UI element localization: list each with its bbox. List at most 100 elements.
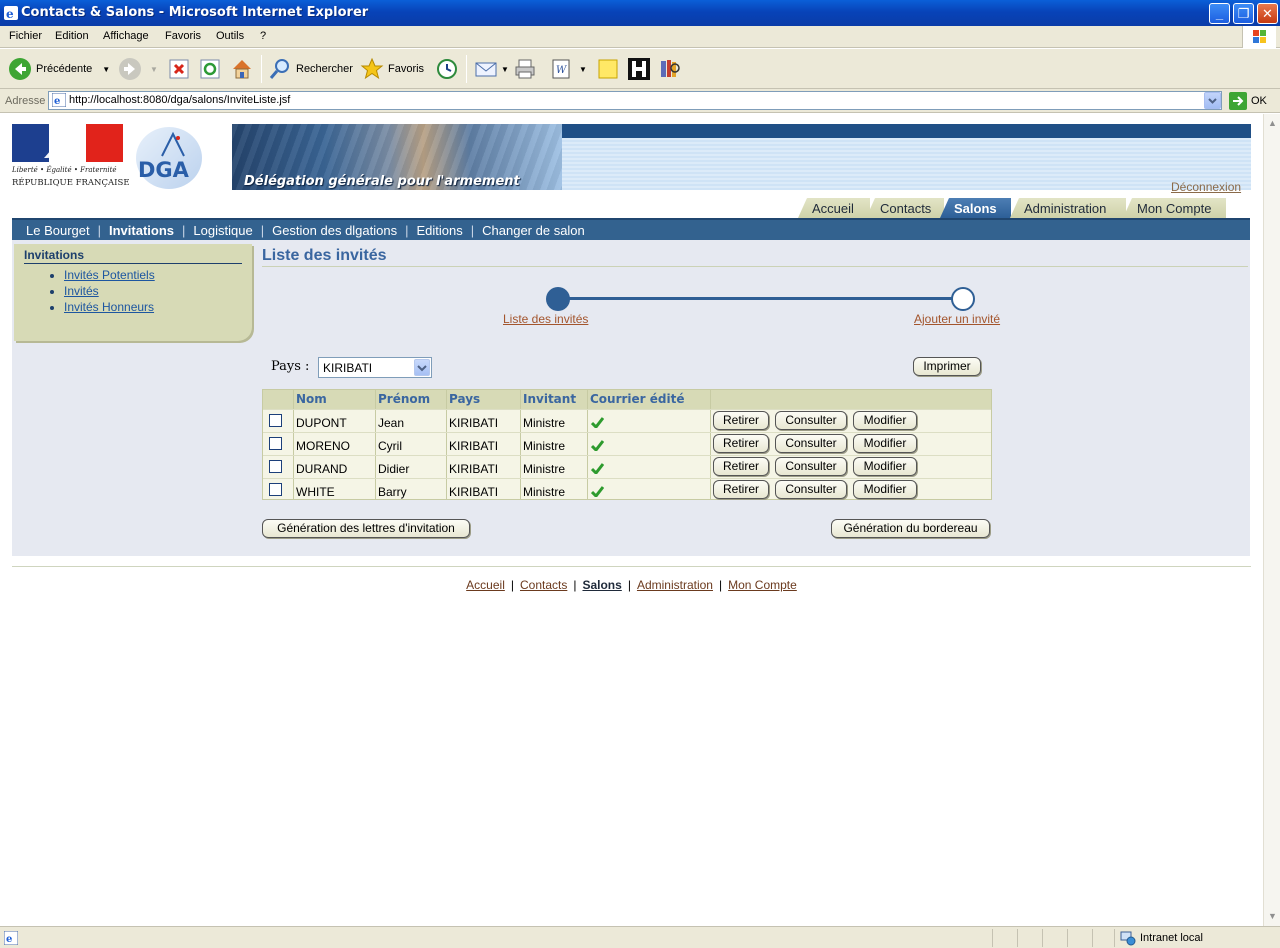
back-dropdown-icon[interactable]: ▼ — [102, 65, 110, 74]
column-header-invitant[interactable]: Invitant — [523, 392, 576, 406]
footer-link-contacts[interactable]: Contacts — [520, 578, 567, 592]
back-arrow-icon — [9, 58, 31, 80]
consulter-button[interactable]: Consulter — [775, 480, 847, 499]
checkmark-icon — [591, 463, 604, 474]
notes-button[interactable] — [596, 55, 620, 83]
research-button[interactable] — [658, 55, 682, 83]
sidebar-link-invites-honneurs[interactable]: Invités Honneurs — [64, 300, 154, 314]
home-button[interactable] — [230, 55, 254, 83]
menu-help[interactable]: ? — [260, 30, 266, 42]
pays-select[interactable]: KIRIBATI — [318, 357, 432, 378]
cell-pays: KIRIBATI — [449, 485, 499, 499]
mail-dropdown-icon[interactable]: ▼ — [501, 65, 509, 74]
page-title: Liste des invités — [262, 247, 1248, 267]
subnav-changer-salon[interactable]: Changer de salon — [482, 223, 585, 238]
retirer-button[interactable]: Retirer — [713, 457, 769, 476]
star-icon — [360, 57, 384, 80]
consulter-button[interactable]: Consulter — [775, 457, 847, 476]
retirer-button[interactable]: Retirer — [713, 434, 769, 453]
footer-link-salons[interactable]: Salons — [582, 578, 621, 592]
consulter-button[interactable]: Consulter — [775, 434, 847, 453]
menu-affichage[interactable]: Affichage — [103, 30, 149, 42]
train-step-next[interactable] — [951, 287, 975, 311]
subnav-separator: | — [405, 222, 409, 238]
mail-button[interactable]: ▼ — [474, 55, 509, 83]
subnav-separator: | — [260, 222, 265, 238]
sidebar-link-invites[interactable]: Invités — [64, 284, 99, 298]
menu-fichier[interactable]: Fichier — [9, 30, 42, 42]
row-checkbox[interactable] — [269, 460, 282, 473]
sidebar-title: Invitations — [24, 248, 242, 264]
favorites-button[interactable]: Favoris — [360, 55, 424, 83]
modifier-button[interactable]: Modifier — [853, 411, 917, 430]
history-button[interactable] — [435, 55, 459, 83]
retirer-button[interactable]: Retirer — [713, 480, 769, 499]
vertical-scrollbar[interactable]: ▲ ▼ — [1263, 114, 1280, 926]
cell-nom: MORENO — [296, 439, 350, 453]
banner-caption: Délégation générale pour l'armement — [244, 174, 520, 189]
footer-link-administration[interactable]: Administration — [637, 578, 713, 592]
modifier-button[interactable]: Modifier — [853, 480, 917, 499]
scroll-down-icon[interactable]: ▼ — [1265, 909, 1280, 924]
status-bar: e Intranet local — [0, 926, 1280, 948]
address-input[interactable]: http://localhost:8080/dga/salons/InviteL… — [48, 91, 1222, 110]
back-button[interactable]: Précédente ▼ — [8, 55, 110, 83]
generate-bordereau-button[interactable]: Génération du bordereau — [831, 519, 990, 538]
go-arrow-icon — [1229, 92, 1247, 110]
tab-mon-compte[interactable]: Mon Compte — [1123, 198, 1226, 218]
go-button[interactable]: OK — [1229, 92, 1267, 110]
search-button[interactable]: Rechercher — [268, 55, 353, 83]
print-button[interactable]: Imprimer — [913, 357, 981, 376]
print-toolbar-button[interactable] — [513, 55, 537, 83]
footer-link-mon-compte[interactable]: Mon Compte — [728, 578, 797, 592]
modifier-button[interactable]: Modifier — [853, 434, 917, 453]
footer-nav: Accueil | Contacts | Salons | Administration | M… — [466, 578, 797, 592]
menu-edition[interactable]: Edition — [55, 30, 89, 42]
subnav-editions[interactable]: Editions — [417, 223, 463, 238]
menu-favoris[interactable]: Favoris — [165, 30, 201, 42]
train-step1-link[interactable]: Liste des invités — [503, 312, 588, 326]
address-dropdown-icon[interactable] — [1204, 92, 1221, 109]
close-button[interactable]: ✕ — [1257, 3, 1278, 24]
tab-accueil[interactable]: Accueil — [798, 198, 870, 218]
train-step2-link[interactable]: Ajouter un invité — [914, 312, 1000, 326]
h-button[interactable] — [627, 55, 651, 83]
minimize-button[interactable]: _ — [1209, 3, 1230, 24]
row-checkbox[interactable] — [269, 437, 282, 450]
column-header-nom[interactable]: Nom — [296, 392, 327, 406]
sidebar-item: Invités Honneurs — [64, 300, 155, 316]
column-header-pays[interactable]: Pays — [449, 392, 480, 406]
home-icon — [233, 60, 251, 79]
stop-button[interactable] — [168, 55, 190, 83]
edit-dropdown-icon[interactable]: ▼ — [579, 65, 587, 74]
footer-link-accueil[interactable]: Accueil — [466, 578, 505, 592]
edit-word-button[interactable]: W ▼ — [549, 55, 587, 83]
tab-administration[interactable]: Administration — [1010, 198, 1126, 218]
modifier-button[interactable]: Modifier — [853, 457, 917, 476]
column-header-prenom[interactable]: Prénom — [378, 392, 430, 406]
tab-contacts[interactable]: Contacts — [866, 198, 944, 218]
subnav-logistique[interactable]: Logistique — [193, 223, 252, 238]
refresh-button[interactable] — [199, 55, 221, 83]
subnav-gestion-delegations[interactable]: Gestion des dlgations — [272, 223, 397, 238]
row-checkbox[interactable] — [269, 483, 282, 496]
chevron-down-icon — [414, 359, 430, 376]
consulter-button[interactable]: Consulter — [775, 411, 847, 430]
retirer-button[interactable]: Retirer — [713, 411, 769, 430]
logout-link[interactable]: Déconnexion — [1171, 180, 1241, 194]
scroll-up-icon[interactable]: ▲ — [1265, 116, 1280, 131]
subnav-invitations[interactable]: Invitations — [109, 223, 174, 238]
menu-outils[interactable]: Outils — [216, 30, 244, 42]
dga-emblem-icon — [161, 131, 185, 157]
generate-letters-button[interactable]: Génération des lettres d'invitation — [262, 519, 470, 538]
footer-divider — [12, 566, 1251, 567]
forward-button[interactable]: ▼ — [118, 55, 158, 83]
maximize-button[interactable]: ❐ — [1233, 3, 1254, 24]
subnav-le-bourget[interactable]: Le Bourget — [26, 223, 90, 238]
sidebar-link-invites-potentiels[interactable]: Invités Potentiels — [64, 268, 155, 282]
tab-salons[interactable]: Salons — [940, 198, 1011, 218]
column-header-courrier[interactable]: Courrier édité — [590, 392, 685, 406]
cell-invitant: Ministre — [523, 416, 566, 430]
search-icon — [269, 59, 289, 79]
row-checkbox[interactable] — [269, 414, 282, 427]
